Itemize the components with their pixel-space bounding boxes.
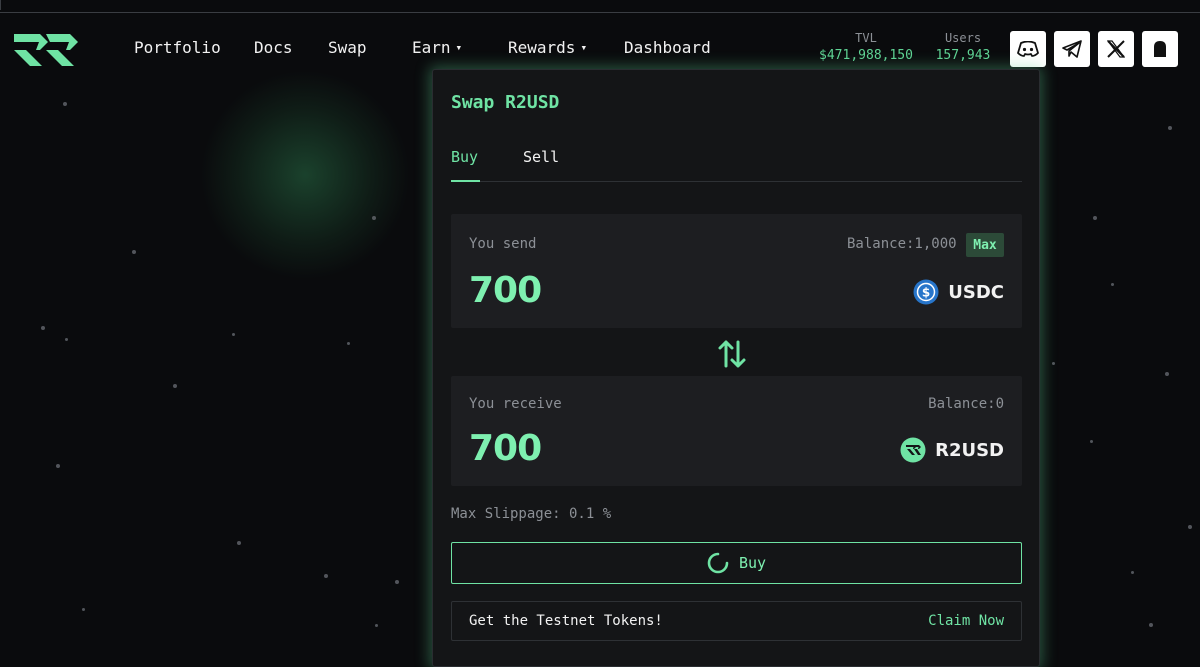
nav-swap[interactable]: Swap <box>328 38 412 57</box>
chevron-down-icon: ▾ <box>455 41 463 54</box>
x-icon <box>1107 40 1125 58</box>
receive-token: R2USD <box>900 437 1004 463</box>
send-amount-input[interactable]: 700 <box>469 270 542 311</box>
background-star <box>324 574 328 578</box>
tvl-value: $471,988,150 <box>819 48 913 63</box>
background-star <box>1111 283 1114 286</box>
background-star <box>1093 216 1097 220</box>
chevron-down-icon: ▾ <box>580 41 588 54</box>
nav-portfolio-label: Portfolio <box>134 38 221 57</box>
swap-direction-icon[interactable] <box>716 338 748 370</box>
testnet-banner: Get the Testnet Tokens! Claim Now <box>451 601 1022 641</box>
background-star <box>347 342 350 345</box>
receive-panel: You receive Balance:0 700 R2USD <box>451 376 1022 486</box>
card-title: Swap R2USD <box>451 92 560 113</box>
usdc-icon: $ <box>913 279 939 305</box>
background-star <box>1090 440 1093 443</box>
buy-button[interactable]: Buy <box>451 542 1022 584</box>
background-star <box>395 580 399 584</box>
send-label: You send <box>469 236 537 252</box>
max-slippage[interactable]: Max Slippage: 0.1 % <box>451 506 611 522</box>
loading-spinner-icon <box>707 552 729 574</box>
background-star <box>82 608 85 611</box>
background-star <box>1052 362 1055 365</box>
nav-earn-label: Earn <box>412 38 451 57</box>
receive-amount: 700 <box>469 428 542 469</box>
telegram-button[interactable] <box>1054 31 1090 67</box>
r2-logo[interactable] <box>12 28 80 70</box>
background-star <box>56 464 60 468</box>
background-star <box>1165 372 1169 376</box>
discord-icon <box>1017 41 1039 57</box>
background-star <box>232 333 235 336</box>
background-glow <box>200 70 410 280</box>
tab-sell[interactable]: Sell <box>523 148 559 182</box>
users-label: Users <box>944 31 982 45</box>
nav-docs-label: Docs <box>254 38 293 57</box>
tvl-stat: TVL $471,988,150 <box>814 31 918 66</box>
ghost-icon <box>1154 41 1166 57</box>
main-nav: Portfolio Docs Swap Earn ▾ Rewards ▾ Dashb… <box>134 38 711 57</box>
nav-swap-label: Swap <box>328 38 367 57</box>
nav-rewards-label: Rewards <box>508 38 576 57</box>
buy-sell-tabs: Buy Sell <box>451 148 1022 182</box>
tab-buy[interactable]: Buy <box>451 148 480 182</box>
swap-card: Swap R2USD Buy Sell You send Balance:1,0… <box>432 69 1040 667</box>
svg-text:$: $ <box>922 286 930 300</box>
users-value: 157,943 <box>935 48 991 63</box>
background-star <box>63 102 67 106</box>
receive-label: You receive <box>469 396 562 412</box>
nav-portfolio[interactable]: Portfolio <box>134 38 254 57</box>
discord-button[interactable] <box>1010 31 1046 67</box>
nav-earn[interactable]: Earn ▾ <box>412 38 508 57</box>
buy-button-label: Buy <box>738 554 767 572</box>
background-star <box>173 384 177 388</box>
tvl-label: TVL <box>855 31 877 45</box>
max-button[interactable]: Max <box>966 233 1004 257</box>
nav-dashboard[interactable]: Dashboard <box>624 38 711 57</box>
send-balance: Balance:1,000 <box>847 236 957 252</box>
background-star <box>1131 571 1134 574</box>
background-star <box>1168 126 1172 130</box>
top-divider <box>0 12 1200 13</box>
ghost-button[interactable] <box>1142 31 1178 67</box>
send-panel: You send Balance:1,000 Max 700 $ USDC <box>451 214 1022 328</box>
background-star <box>237 541 241 545</box>
testnet-text: Get the Testnet Tokens! <box>469 613 663 629</box>
receive-balance: Balance:0 <box>928 396 1004 412</box>
telegram-icon <box>1062 40 1082 58</box>
send-token-label: USDC <box>948 281 1004 303</box>
background-star <box>132 250 136 254</box>
users-stat: Users 157,943 <box>930 31 996 66</box>
background-star <box>65 338 68 341</box>
claim-now-link[interactable]: Claim Now <box>928 613 1004 629</box>
x-button[interactable] <box>1098 31 1134 67</box>
nav-rewards[interactable]: Rewards ▾ <box>508 38 624 57</box>
background-star <box>1149 623 1153 627</box>
r2usd-icon <box>900 437 926 463</box>
nav-dashboard-label: Dashboard <box>624 38 711 57</box>
receive-token-label: R2USD <box>935 439 1004 461</box>
send-token-select[interactable]: $ USDC <box>913 279 1004 305</box>
background-star <box>372 216 376 220</box>
corner-mark <box>0 0 1 10</box>
nav-docs[interactable]: Docs <box>254 38 328 57</box>
background-star <box>1188 525 1192 529</box>
background-star <box>41 326 45 330</box>
background-star <box>375 624 378 627</box>
